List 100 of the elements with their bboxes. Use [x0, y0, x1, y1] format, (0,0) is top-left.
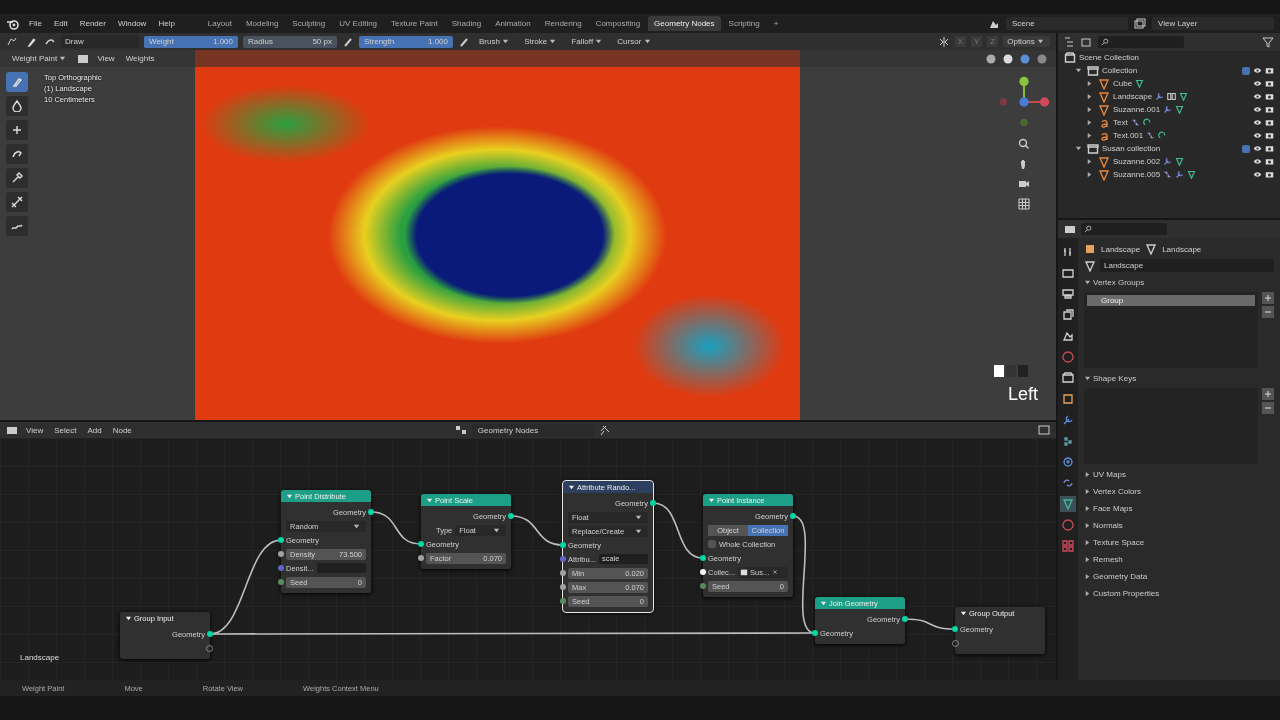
- menu-item[interactable]: Help: [155, 19, 178, 28]
- socket-dot[interactable]: [508, 513, 514, 519]
- camera-icon[interactable]: [1265, 105, 1274, 114]
- menu-item[interactable]: File: [26, 19, 45, 28]
- outliner-item[interactable]: Susan collection: [1102, 144, 1161, 153]
- constraint-icon[interactable]: [1163, 170, 1173, 179]
- shading-icon[interactable]: [1002, 52, 1014, 65]
- panel-header[interactable]: UV Maps: [1084, 467, 1274, 481]
- mirror-icon[interactable]: [937, 35, 950, 48]
- outliner-item[interactable]: Suzanne.001: [1113, 105, 1161, 114]
- grid-icon[interactable]: [1018, 198, 1030, 210]
- socket-dot[interactable]: [207, 631, 213, 637]
- visibility-eye-icon[interactable]: [1253, 157, 1262, 166]
- camera-icon[interactable]: [1265, 144, 1274, 153]
- search-field[interactable]: [1081, 223, 1167, 235]
- modifier-icon[interactable]: [1163, 157, 1173, 166]
- physics-tab[interactable]: [1060, 454, 1076, 470]
- socket-dot[interactable]: [790, 513, 796, 519]
- workspace-tab[interactable]: Modeling: [239, 16, 285, 31]
- socket-dot[interactable]: [278, 537, 284, 543]
- material-tab[interactable]: [1060, 517, 1076, 533]
- menu-item[interactable]: Add: [84, 425, 105, 435]
- panel-header[interactable]: Geometry Data: [1084, 569, 1274, 583]
- workspace-tab[interactable]: Sculpting: [286, 16, 332, 31]
- menu-item[interactable]: Window: [114, 19, 150, 28]
- visibility-eye-icon[interactable]: [1253, 131, 1262, 140]
- texture-tab[interactable]: [1060, 538, 1076, 554]
- menu-item[interactable]: Weights: [122, 54, 158, 63]
- socket-dot[interactable]: [700, 583, 706, 589]
- options-dropdown[interactable]: Options: [1003, 36, 1050, 47]
- output-tab[interactable]: [1060, 286, 1076, 302]
- view-layer-field[interactable]: View Layer: [1152, 17, 1274, 30]
- camera-icon[interactable]: [1265, 170, 1274, 179]
- collapse-arrow-icon[interactable]: [568, 483, 575, 491]
- constraint-icon[interactable]: [1130, 118, 1140, 127]
- socket-dot[interactable]: [560, 570, 566, 576]
- remove-button[interactable]: [1262, 306, 1274, 318]
- workspace-tab[interactable]: Texture Paint: [385, 16, 444, 31]
- smear-tool[interactable]: [6, 144, 28, 164]
- panel-header[interactable]: Remesh: [1084, 552, 1274, 566]
- socket-dot[interactable]: [902, 616, 908, 622]
- outliner-item[interactable]: Cube: [1113, 79, 1133, 88]
- draw-tool[interactable]: [6, 72, 28, 92]
- modifier-icon[interactable]: [1175, 170, 1185, 179]
- visibility-eye-icon[interactable]: [1253, 92, 1262, 101]
- camera-icon[interactable]: [1265, 92, 1274, 101]
- socket-dot[interactable]: [560, 584, 566, 590]
- socket-dot[interactable]: [650, 500, 656, 506]
- brush-name-field[interactable]: Draw: [61, 35, 139, 48]
- socket-dot[interactable]: [278, 579, 284, 585]
- outliner-item[interactable]: Text: [1113, 118, 1128, 127]
- socket-dot[interactable]: [560, 598, 566, 604]
- remove-button[interactable]: [1262, 402, 1274, 414]
- node-tree-field[interactable]: Geometry Nodes: [471, 423, 594, 437]
- visibility-eye-icon[interactable]: [1253, 79, 1262, 88]
- constraint-icon[interactable]: [1146, 131, 1156, 140]
- toggle-icon[interactable]: [77, 52, 90, 65]
- object-tab[interactable]: [1060, 391, 1076, 407]
- outliner-item[interactable]: Scene Collection: [1079, 53, 1140, 62]
- mesh-datablock-field[interactable]: Landscape: [1100, 259, 1274, 272]
- workspace-tab[interactable]: Layout: [201, 16, 238, 31]
- dropdown-menu[interactable]: Falloff: [567, 36, 609, 47]
- data-tab[interactable]: [1060, 496, 1076, 512]
- panel-header[interactable]: Shape Keys: [1084, 371, 1274, 385]
- dropdown-menu[interactable]: Stroke: [520, 36, 563, 47]
- socket-dot[interactable]: [278, 551, 284, 557]
- visibility-eye-icon[interactable]: [1253, 144, 1262, 153]
- collapse-arrow-icon[interactable]: [125, 614, 132, 622]
- camera-icon[interactable]: [1265, 131, 1274, 140]
- editor-type-icon[interactable]: [6, 424, 18, 436]
- filter-icon[interactable]: [1262, 36, 1274, 48]
- list-item[interactable]: Group: [1087, 295, 1255, 306]
- collection-tab[interactable]: [1060, 370, 1076, 386]
- visibility-eye-icon[interactable]: [1253, 66, 1262, 75]
- workspace-tab[interactable]: Animation: [489, 16, 537, 31]
- add-workspace-button[interactable]: +: [767, 16, 785, 31]
- socket-dot[interactable]: [812, 630, 818, 636]
- search-field[interactable]: [1098, 36, 1184, 48]
- outliner-item[interactable]: Text.001: [1113, 131, 1144, 140]
- menu-item[interactable]: View: [94, 54, 118, 63]
- mode-dropdown[interactable]: Weight Paint: [8, 53, 73, 64]
- gradient-tool[interactable]: [6, 192, 28, 212]
- node-tree-icon[interactable]: [454, 424, 467, 436]
- mesh-icon[interactable]: [1084, 259, 1096, 272]
- socket-dot[interactable]: [368, 509, 374, 515]
- workspace-tab[interactable]: UV Editing: [333, 16, 384, 31]
- menu-item[interactable]: Render: [76, 19, 109, 28]
- world-tab[interactable]: [1060, 349, 1076, 365]
- socket-dot[interactable]: [560, 542, 566, 548]
- camera-icon[interactable]: [1018, 178, 1030, 190]
- outliner-item[interactable]: Collection: [1102, 66, 1138, 75]
- include-checkbox[interactable]: [1242, 144, 1250, 153]
- sample-tool[interactable]: [6, 168, 28, 188]
- add-button[interactable]: [1262, 388, 1274, 400]
- outliner-item[interactable]: Suzanne.002: [1113, 157, 1161, 166]
- checkbox[interactable]: [708, 540, 716, 548]
- workspace-tab[interactable]: Compositing: [589, 16, 647, 31]
- dropdown-menu[interactable]: Brush: [475, 36, 516, 47]
- menu-item[interactable]: View: [23, 425, 47, 435]
- modifier-icon[interactable]: [1155, 92, 1165, 101]
